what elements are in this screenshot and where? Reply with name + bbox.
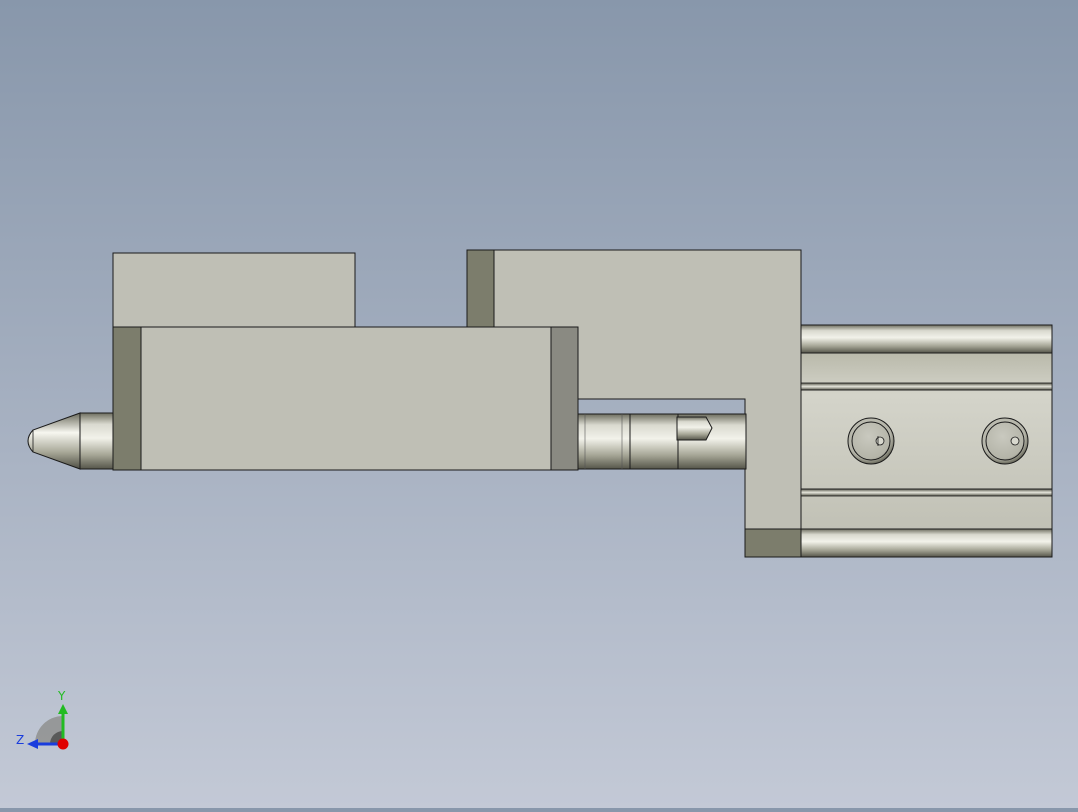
triad-z-label: Z: [16, 733, 24, 747]
triad-y-label: Y: [57, 689, 66, 703]
left-body-end-cap-left: [112, 326, 142, 471]
bracket-chamfer-bottom: [744, 528, 802, 558]
orientation-triad[interactable]: Y Z: [16, 689, 69, 750]
air-port-right: [981, 417, 1029, 465]
left-body-end-cap-right: [550, 326, 579, 471]
left-upper-block: [112, 252, 356, 329]
cad-model-view[interactable]: Y Z: [0, 0, 1078, 808]
conical-tip: [27, 412, 114, 470]
triad-x-axis-dot: [57, 738, 69, 750]
piston-rod: [577, 399, 747, 470]
triad-y-arrowhead: [58, 704, 68, 714]
bracket-chamfer-top: [466, 249, 495, 328]
triad-z-arrowhead: [27, 739, 38, 749]
left-main-body: [112, 326, 579, 471]
cad-graphics-viewport[interactable]: Y Z: [0, 0, 1078, 808]
air-port-left: [847, 417, 895, 465]
